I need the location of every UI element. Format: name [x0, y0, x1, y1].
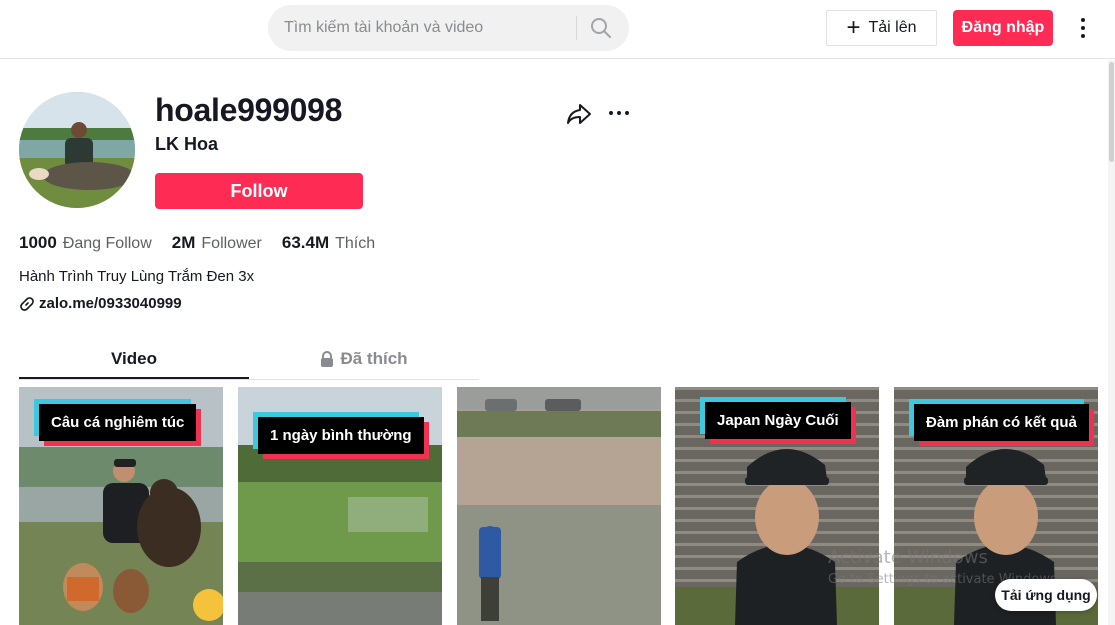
plus-icon: + [846, 14, 861, 41]
follow-button[interactable]: Follow [155, 173, 363, 209]
likes-count: 63.4M [281, 233, 330, 252]
tab-liked[interactable]: Đã thích [249, 340, 479, 378]
video-card[interactable]: Câu cá nghiêm túc [19, 387, 223, 625]
share-icon[interactable] [566, 102, 592, 126]
video-caption: Câu cá nghiêm túc [39, 404, 197, 441]
login-button[interactable]: Đăng nhập [953, 10, 1053, 46]
upload-button[interactable]: + Tải lên [826, 10, 937, 46]
get-app-button[interactable]: Tải ứng dụng [995, 579, 1097, 611]
tab-liked-label: Đã thích [340, 349, 408, 368]
page-scrollbar[interactable] [1108, 60, 1115, 625]
video-caption: Japan Ngày Cuối [705, 402, 851, 439]
watermark-title: Activate Windows [828, 547, 988, 568]
likes-label: Thích [335, 235, 376, 252]
profile-link[interactable]: zalo.me/0933040999 [20, 295, 182, 312]
active-tab-indicator [19, 377, 249, 379]
search-button[interactable] [586, 14, 616, 42]
following-label: Đang Follow [62, 235, 152, 252]
avatar [19, 92, 135, 208]
video-card[interactable]: 1 ngày bình thường [238, 387, 442, 625]
lock-icon [321, 351, 334, 367]
search-bar [268, 5, 629, 51]
scrollbar-thumb[interactable] [1109, 62, 1114, 162]
search-input[interactable] [284, 17, 574, 39]
profile-username: hoale999098 [155, 92, 343, 128]
profile-more-icon[interactable] [607, 102, 631, 124]
profile-stats: 1000 Đang Follow 2M Follower 63.4M Thích [19, 233, 395, 253]
profile-link-text: zalo.me/0933040999 [39, 295, 182, 312]
search-divider [576, 16, 577, 40]
more-options-icon[interactable] [1073, 16, 1093, 40]
profile-bio: Hành Trình Truy Lùng Trắm Đen 3x [19, 268, 255, 285]
video-card[interactable]: Japan Ngày Cuối [675, 387, 879, 625]
video-caption: Đàm phán có kết quả [914, 404, 1089, 441]
top-bar: + Tải lên Đăng nhập [0, 0, 1115, 59]
tab-video[interactable]: Video [19, 340, 249, 378]
profile-nickname: LK Hoa [155, 134, 218, 154]
search-icon [591, 18, 611, 38]
follower-label: Follower [201, 235, 262, 252]
video-card[interactable] [457, 387, 661, 625]
video-caption: 1 ngày bình thường [258, 417, 424, 454]
following-count: 1000 [19, 233, 57, 252]
link-icon [20, 296, 34, 311]
profile-tabs: Video Đã thích [19, 340, 479, 380]
upload-label: Tải lên [868, 19, 917, 36]
follower-count: 2M [171, 233, 196, 252]
